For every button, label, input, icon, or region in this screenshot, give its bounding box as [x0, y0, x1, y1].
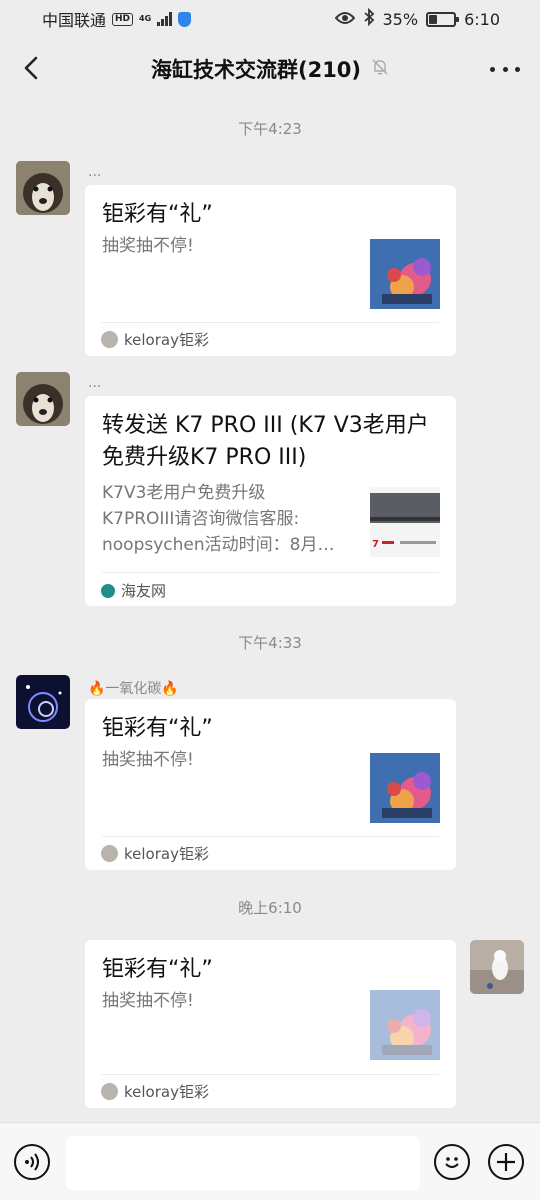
- emoji-button[interactable]: [434, 1144, 470, 1180]
- sender-name: 🔥一氧化碳🔥: [88, 681, 179, 697]
- card-divider: [102, 572, 439, 573]
- card-source-label: keloray钜彩: [124, 1083, 209, 1101]
- link-card[interactable]: 钜彩有“礼” 抽奖抽不停! keloray钜彩: [85, 940, 456, 1108]
- card-divider: [102, 836, 439, 837]
- card-source-label: keloray钜彩: [124, 331, 209, 349]
- keloray-logo-icon: [101, 845, 118, 862]
- card-source-label: keloray钜彩: [124, 845, 209, 863]
- card-title: 钜彩有“礼”: [102, 716, 213, 741]
- keloray-logo-icon: [101, 331, 118, 348]
- battery-icon: [426, 11, 460, 27]
- sender-name: ...: [88, 375, 102, 391]
- card-thumbnail: [370, 990, 440, 1060]
- carrier-name: 中国联通: [42, 11, 107, 30]
- back-button[interactable]: [14, 50, 50, 86]
- card-source: keloray钜彩: [101, 1081, 209, 1102]
- more-dots-icon: [490, 66, 495, 72]
- card-source: 海友网: [101, 580, 166, 601]
- card-source: keloray钜彩: [101, 329, 209, 350]
- timestamp: 下午4:33: [238, 634, 302, 652]
- signal-icon: [157, 12, 173, 26]
- card-title: 钜彩有“礼”: [102, 957, 213, 982]
- voice-icon: [25, 1153, 39, 1171]
- more-options-button[interactable]: [490, 56, 520, 82]
- card-title: 转发送 K7 PRO III (K7 V3老用户免费升级K7 PRO III): [102, 413, 429, 470]
- chevron-left-icon: [24, 56, 38, 80]
- card-divider: [102, 322, 439, 323]
- title-bar: 海缸技术交流群(210): [0, 38, 540, 100]
- plus-icon: [497, 1153, 515, 1171]
- timestamp: 晚上6:10: [238, 899, 302, 917]
- emoji-icon: [445, 1157, 459, 1168]
- card-thumbnail: [370, 753, 440, 823]
- card-description-line: K7PROIII请咨询微信客服:: [102, 509, 300, 529]
- voice-button[interactable]: [14, 1144, 50, 1180]
- avatar[interactable]: [16, 161, 70, 215]
- card-description: 抽奖抽不停!: [102, 750, 194, 770]
- card-description-line: K7V3老用户免费升级: [102, 483, 266, 503]
- card-description: 抽奖抽不停!: [102, 236, 194, 256]
- bell-off-icon: [371, 58, 389, 80]
- card-description-line: noopsychen活动时间：8月…: [102, 535, 335, 555]
- card-thumbnail: [370, 239, 440, 309]
- avatar[interactable]: [16, 372, 70, 426]
- sender-name: ...: [88, 164, 102, 180]
- plus-button[interactable]: [488, 1144, 524, 1180]
- network-type: 4G: [139, 14, 152, 23]
- link-card[interactable]: 钜彩有“礼” 抽奖抽不停! keloray钜彩: [85, 185, 456, 356]
- hd-badge: HD: [112, 12, 134, 26]
- card-source: keloray钜彩: [101, 843, 209, 864]
- battery-percent: 35%: [382, 9, 419, 29]
- card-source-label: 海友网: [121, 582, 167, 600]
- my-avatar[interactable]: [470, 940, 524, 994]
- message-input[interactable]: [66, 1136, 420, 1190]
- input-bar: [0, 1122, 540, 1200]
- timestamp: 下午4:23: [238, 120, 302, 138]
- keloray-logo-icon: [101, 1083, 118, 1100]
- status-bar: 中国联通 HD 4G 35% 6:10: [0, 0, 540, 38]
- card-title: 钜彩有“礼”: [102, 202, 213, 227]
- card-description: 抽奖抽不停!: [102, 991, 194, 1011]
- chat-title: 海缸技术交流群(210): [150, 58, 362, 82]
- bluetooth-icon: [363, 7, 375, 30]
- avatar[interactable]: [16, 675, 70, 729]
- card-divider: [102, 1074, 439, 1075]
- haiyou-logo-icon: [101, 583, 115, 598]
- card-description: K7V3老用户免费升级 K7PROIII请咨询微信客服: noopsychen活…: [102, 480, 362, 558]
- shield-icon: [178, 11, 192, 27]
- clock: 6:10: [464, 9, 500, 29]
- eye-icon: [334, 10, 355, 29]
- card-thumbnail: 7: [370, 487, 440, 557]
- link-card[interactable]: 钜彩有“礼” 抽奖抽不停! keloray钜彩: [85, 699, 456, 870]
- svg-text:7: 7: [372, 539, 379, 550]
- link-card[interactable]: 转发送 K7 PRO III (K7 V3老用户免费升级K7 PRO III) …: [85, 396, 456, 606]
